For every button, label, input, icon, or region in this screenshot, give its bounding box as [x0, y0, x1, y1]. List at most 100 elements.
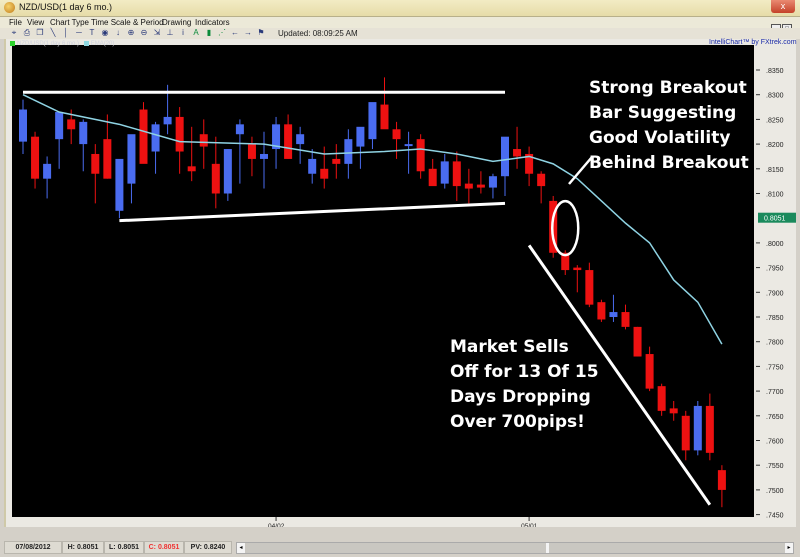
candle-body [513, 149, 522, 157]
candle-body [440, 161, 449, 184]
candle-body [115, 158, 124, 211]
chart-svg[interactable]: .8350 .8300 .8250 .8200 .8150 .8100 .8000 .7950… [6, 39, 796, 527]
candle-body [645, 354, 654, 389]
updated-time: Updated: 08:09:25 AM [278, 29, 358, 38]
candle-body [488, 176, 497, 188]
selloff-annotation-text: Market Sells [450, 337, 569, 357]
flag-icon[interactable]: ⚑ [256, 28, 266, 37]
candle-body [416, 139, 425, 172]
menu-file[interactable]: File [9, 18, 22, 27]
font-icon[interactable]: A [191, 28, 201, 37]
candle-body [597, 302, 606, 320]
baseline-icon[interactable]: ⊥ [165, 28, 175, 37]
menu-view[interactable]: View [27, 18, 44, 27]
zoom-out-icon[interactable]: ⊖ [139, 28, 149, 37]
y-tick-label: .7600 [766, 439, 784, 446]
scroll-right-button[interactable]: ▸ [785, 543, 793, 553]
app-logo-icon [4, 2, 15, 13]
candle-body [428, 168, 437, 187]
chart-legend: NZD/USD(1 day 6 mo.) EMA(20) [10, 41, 114, 47]
horizontal-scrollbar[interactable]: ◂ ▸ [236, 542, 794, 554]
print-icon[interactable]: ⎙ [22, 28, 32, 38]
brand-link[interactable]: IntelliChart™ by FXtrek.com [709, 39, 797, 46]
line-chart-icon[interactable]: ⋰ [217, 28, 227, 37]
status-high: H: 0.8051 [62, 541, 104, 554]
bar-chart-icon[interactable]: ▮ [204, 28, 214, 37]
candle-body [199, 134, 208, 147]
y-tick-label: .7950 [766, 266, 784, 273]
crosshair-icon[interactable]: ⌖ [9, 28, 19, 38]
text-icon[interactable]: T [87, 28, 97, 37]
candle-body [127, 134, 136, 184]
candle-body [284, 124, 293, 159]
candle-body [31, 136, 40, 179]
circle-icon[interactable]: ◉ [100, 28, 110, 37]
breakout-annotation-text: Good Volatility [589, 128, 730, 148]
candle-body [344, 139, 353, 164]
candle-body [501, 136, 509, 177]
y-tick-label: .7500 [766, 488, 784, 495]
y-tick-label: .8150 [766, 167, 784, 174]
toolbar: Updated: 08:09:25 AM ⌖ ⎙ ❐ ╲ │ ─ T ◉ ↓ ⊕ ⊖ ⇲ ⊥ i A ▮ ⋰ ← →… [0, 28, 800, 39]
y-tick-label: .8300 [766, 93, 784, 100]
candle-body [211, 163, 220, 194]
menu-indicators[interactable]: Indicators [195, 18, 230, 27]
title-bar: NZD/USD(1 day 6 mo.) x [0, 0, 800, 17]
scroll-thumb[interactable] [546, 543, 549, 553]
candle-body [705, 405, 714, 453]
y-tick-label: .7650 [766, 414, 784, 421]
candle-body [392, 129, 401, 140]
candle-body [260, 153, 268, 159]
scroll-left-button[interactable]: ◂ [237, 543, 245, 553]
y-tick-label: .8250 [766, 117, 784, 124]
y-tick-label: .8100 [766, 192, 784, 199]
candle-body [163, 116, 172, 125]
candle-body [19, 109, 27, 142]
y-tick-label: .8000 [766, 241, 784, 248]
candle-body [452, 161, 461, 187]
breakout-annotation-text: Behind Breakout [589, 153, 749, 173]
legend-swatch-price [10, 41, 15, 46]
menu-chart-type[interactable]: Chart Type [50, 18, 89, 27]
y-tick-label: .7850 [766, 315, 784, 322]
selloff-annotation-text: Over 700pips! [450, 412, 585, 432]
status-low: L: 0.8051 [104, 541, 144, 554]
y-tick-label: .7750 [766, 364, 784, 371]
horizontal-line-icon[interactable]: ─ [74, 28, 84, 37]
legend-label-price: NZD/USD(1 day 6 mo.) [17, 41, 80, 48]
candle-body [187, 166, 196, 172]
candle-body [103, 139, 112, 179]
candle-body [151, 124, 160, 152]
current-price-label: 0.8051 [764, 216, 786, 223]
chart-panel: .8350 .8300 .8250 .8200 .8150 .8100 .8000 .7950… [4, 39, 796, 527]
y-tick-label: .7700 [766, 389, 784, 396]
candle-body [79, 121, 88, 145]
info-icon[interactable]: i [178, 28, 188, 37]
zoom-in-icon[interactable]: ⊕ [126, 28, 136, 37]
candle-body [573, 267, 582, 271]
candle-body [320, 168, 329, 179]
fit-icon[interactable]: ⇲ [152, 28, 162, 37]
selloff-annotation-text: Days Dropping [450, 387, 591, 407]
candle-body [693, 405, 702, 451]
candle-body [332, 158, 341, 164]
menu-bar: File View Chart Type Time Scale & Period… [0, 17, 800, 28]
menu-time-scale[interactable]: Time Scale & Period [91, 18, 164, 27]
selloff-annotation-text: Off for 13 Of 15 [450, 362, 599, 382]
copy-icon[interactable]: ❐ [35, 28, 45, 37]
candle-body [585, 270, 594, 305]
scroll-right-icon[interactable]: → [243, 28, 253, 37]
candle-body [235, 124, 244, 135]
arrow-down-icon[interactable]: ↓ [113, 28, 123, 37]
candle-body [669, 408, 678, 414]
y-tick-label: .7450 [766, 513, 784, 520]
candle-body [308, 158, 317, 174]
trendline-icon[interactable]: ╲ [48, 28, 58, 37]
window-title: NZD/USD(1 day 6 mo.) [19, 2, 113, 12]
vertical-line-icon[interactable]: │ [61, 28, 71, 37]
status-pv: PV: 0.8240 [184, 541, 232, 554]
close-button[interactable]: x [771, 0, 795, 13]
scroll-left-icon[interactable]: ← [230, 28, 240, 37]
candle-body [621, 312, 630, 327]
menu-drawing[interactable]: Drawing [162, 18, 191, 27]
